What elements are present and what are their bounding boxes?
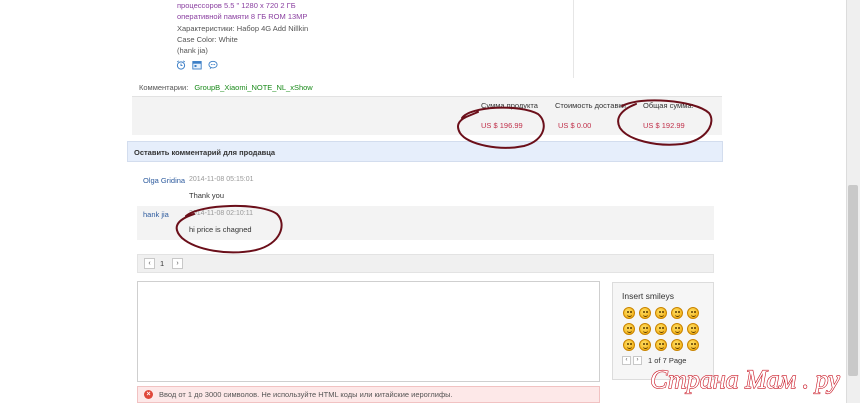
seller-comment-title: Оставить комментарий для продавца [134, 148, 276, 157]
message-author[interactable]: hank jia [143, 210, 169, 219]
smiley-icon[interactable] [671, 323, 683, 335]
comment-textarea[interactable] [137, 281, 600, 382]
message-text: Thank you [189, 191, 225, 200]
order-comment-value: GroupB_Xiaomi_NOTE_NL_xShow [194, 83, 313, 92]
spec-line: (hank jia) [177, 46, 208, 55]
comments-pager [137, 254, 714, 273]
smiley-prev-button[interactable]: ‹ [622, 356, 631, 365]
smiley-icon[interactable] [623, 339, 635, 351]
smiley-icon[interactable] [687, 307, 699, 319]
spec-line: Case Color: White [177, 35, 238, 44]
message-text: hi price is chagned [189, 225, 252, 234]
smiley-icon[interactable] [687, 323, 699, 335]
smiley-icon[interactable] [639, 323, 651, 335]
product-sum-label: Сумма продукта [481, 101, 538, 110]
site-watermark-logo: Страна Мам . ру [650, 364, 841, 394]
order-comment: Комментарии: GroupB_Xiaomi_NOTE_NL_xShow [139, 83, 313, 92]
smiley-icon[interactable] [639, 307, 651, 319]
scrollbar-thumb[interactable] [848, 185, 858, 376]
current-page[interactable]: 1 [160, 259, 164, 268]
smiley-grid [623, 307, 703, 351]
message-date: 2014-11-08 05:15:01 [189, 176, 254, 183]
error-message-text: Ввод от 1 до 3000 символов. Не используй… [159, 390, 453, 399]
smiley-next-button[interactable]: › [633, 356, 642, 365]
spec-line: процессоров 5.5 " 1280 x 720 2 ГБ [177, 1, 296, 10]
chat-icon[interactable] [208, 60, 218, 70]
shipping-cost-label: Стоимость доставки [555, 101, 626, 110]
total-sum-value: US $ 192.99 [643, 121, 685, 130]
error-icon: × [144, 390, 153, 399]
order-comment-label: Комментарии: [139, 83, 189, 92]
next-page-button[interactable]: › [172, 258, 183, 269]
message-date: 2014-11-08 02:10:11 [189, 210, 253, 217]
shipping-cost-value: US $ 0.00 [558, 121, 592, 130]
watermark-text: Страна Мам . ру [650, 365, 840, 394]
prev-page-button[interactable]: ‹ [144, 258, 155, 269]
order-totals [132, 96, 722, 135]
smiley-icon[interactable] [623, 323, 635, 335]
spec-line: оперативной памяти 8 ГБ ROM 13MP [177, 12, 308, 21]
seller-comment-header: Оставить комментарий для продавца [127, 141, 723, 162]
smiley-icon[interactable] [671, 339, 683, 351]
alarm-clock-icon[interactable] [176, 60, 186, 70]
smiley-icon[interactable] [639, 339, 651, 351]
smiley-icon[interactable] [687, 339, 699, 351]
smiley-icon[interactable] [671, 307, 683, 319]
smiley-icon[interactable] [655, 323, 667, 335]
smiley-icon[interactable] [655, 307, 667, 319]
smiley-icon[interactable] [655, 339, 667, 351]
product-action-icons [176, 60, 218, 70]
total-sum-label: Общая сумма: [643, 101, 694, 110]
message-author[interactable]: Olga Gridina [143, 176, 185, 185]
smiley-panel-title: Insert smileys [622, 291, 674, 301]
smiley-icon[interactable] [623, 307, 635, 319]
calendar-icon[interactable] [192, 60, 202, 70]
spec-line: Характеристики: Набор 4G Add Nillkin [177, 24, 309, 33]
product-sum-value: US $ 196.99 [481, 121, 523, 130]
